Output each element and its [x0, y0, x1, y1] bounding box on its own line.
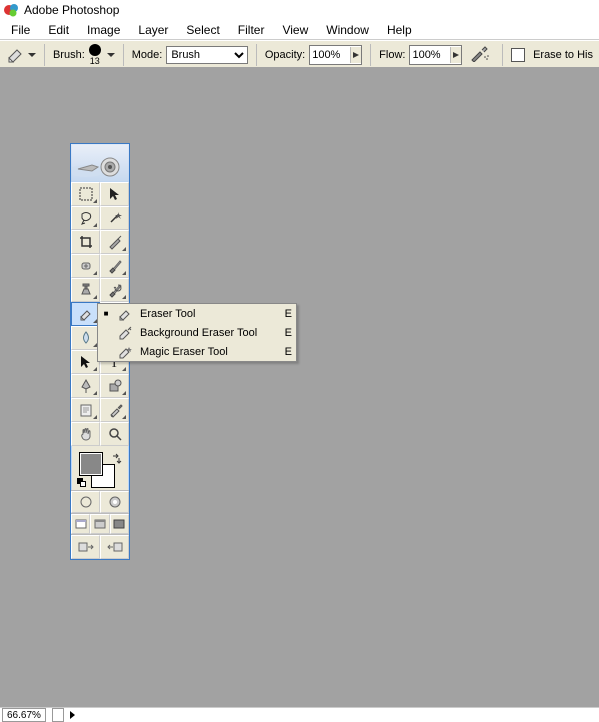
chevron-down-icon[interactable]	[107, 53, 115, 57]
flyout-label: Magic Eraser Tool	[140, 346, 274, 358]
menu-file[interactable]: File	[2, 21, 39, 39]
app-title: Adobe Photoshop	[24, 3, 119, 17]
menu-filter[interactable]: Filter	[229, 21, 274, 39]
flow-field[interactable]	[409, 45, 462, 65]
flow-flyout-icon[interactable]	[450, 47, 461, 63]
eraser-tool[interactable]	[71, 302, 100, 326]
color-swatches	[71, 446, 129, 490]
opacity-label: Opacity:	[265, 49, 305, 61]
status-flyout-icon[interactable]	[70, 711, 75, 719]
opacity-flyout-icon[interactable]	[350, 47, 361, 63]
toolbox-header-icon	[71, 144, 129, 182]
shape-tool[interactable]	[100, 374, 129, 398]
brush-preset-picker[interactable]: 13	[89, 44, 101, 66]
menu-view[interactable]: View	[273, 21, 317, 39]
title-bar: Adobe Photoshop	[0, 0, 599, 21]
flyout-shortcut: E	[280, 308, 292, 320]
screen-fullmenus-button[interactable]	[90, 514, 109, 534]
menu-help[interactable]: Help	[378, 21, 421, 39]
lasso-tool[interactable]	[71, 206, 100, 230]
flyout-label: Background Eraser Tool	[140, 327, 274, 339]
menu-bar: File Edit Image Layer Select Filter View…	[0, 21, 599, 40]
app-logo-icon	[4, 2, 20, 18]
eyedropper-tool[interactable]	[100, 398, 129, 422]
brush-label: Brush:	[53, 49, 85, 61]
eraser-tool-icon[interactable]	[6, 47, 36, 63]
quickmask-mode-button[interactable]	[100, 491, 129, 513]
healing-brush-tool[interactable]	[71, 254, 100, 278]
menu-image[interactable]: Image	[78, 21, 129, 39]
zoom-tool[interactable]	[100, 422, 129, 446]
brush-tool[interactable]	[100, 254, 129, 278]
screen-full-button[interactable]	[110, 514, 129, 534]
opacity-field[interactable]	[309, 45, 362, 65]
menu-edit[interactable]: Edit	[39, 21, 78, 39]
erase-history-checkbox[interactable]	[511, 48, 525, 62]
flyout-shortcut: E	[280, 346, 292, 358]
menu-window[interactable]: Window	[317, 21, 378, 39]
jump-imageready-button[interactable]	[71, 535, 100, 559]
slice-tool[interactable]	[100, 230, 129, 254]
magic-eraser-icon	[116, 345, 134, 359]
menu-layer[interactable]: Layer	[129, 21, 177, 39]
mode-label: Mode:	[132, 49, 163, 61]
magic-wand-tool[interactable]	[100, 206, 129, 230]
move-tool[interactable]	[100, 182, 129, 206]
eraser-icon	[116, 307, 134, 321]
screen-standard-button[interactable]	[71, 514, 90, 534]
flyout-label: Eraser Tool	[140, 308, 274, 320]
standard-mode-button[interactable]	[71, 491, 100, 513]
flyout-shortcut: E	[280, 327, 292, 339]
zoom-field[interactable]: 66.67%	[2, 708, 46, 722]
erase-history-label: Erase to His	[533, 49, 593, 61]
marquee-tool[interactable]	[71, 182, 100, 206]
path-selection-tool[interactable]	[71, 350, 100, 374]
default-colors-icon[interactable]	[77, 478, 87, 488]
airbrush-icon[interactable]	[470, 46, 490, 65]
jump-other-button[interactable]	[100, 535, 129, 559]
selected-marker-icon: ■	[102, 309, 110, 318]
foreground-color-swatch[interactable]	[79, 452, 103, 476]
menu-select[interactable]: Select	[177, 21, 228, 39]
blur-tool[interactable]	[71, 326, 100, 350]
flyout-item-background-eraser[interactable]: Background Eraser Tool E	[98, 323, 296, 342]
mode-select[interactable]: Brush	[166, 46, 248, 64]
history-brush-tool[interactable]	[100, 278, 129, 302]
clone-stamp-tool[interactable]	[71, 278, 100, 302]
flyout-item-magic-eraser[interactable]: Magic Eraser Tool E	[98, 342, 296, 361]
background-eraser-icon	[116, 326, 134, 340]
flow-label: Flow:	[379, 49, 405, 61]
document-status-icon	[52, 708, 64, 722]
crop-tool[interactable]	[71, 230, 100, 254]
pen-tool[interactable]	[71, 374, 100, 398]
status-bar: 66.67%	[0, 707, 599, 722]
hand-tool[interactable]	[71, 422, 100, 446]
flyout-item-eraser[interactable]: ■ Eraser Tool E	[98, 304, 296, 323]
notes-tool[interactable]	[71, 398, 100, 422]
eraser-flyout-menu: ■ Eraser Tool E Background Eraser Tool E…	[97, 303, 297, 362]
options-bar: Brush: 13 Mode: Brush Opacity: Flow: Era…	[0, 40, 599, 70]
